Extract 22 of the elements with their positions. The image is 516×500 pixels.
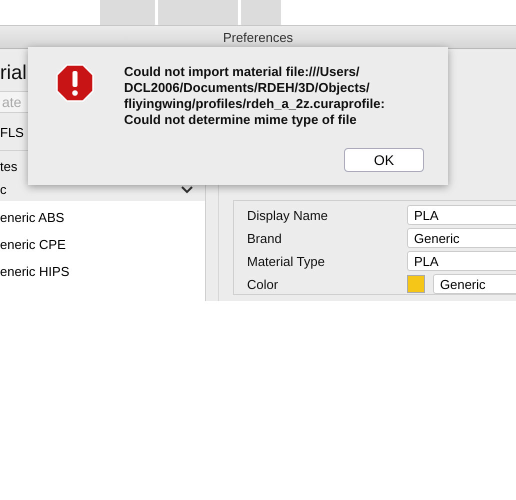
field-label: Brand [247, 230, 283, 246]
text-field[interactable]: PLA [407, 251, 516, 271]
field-label: Color [247, 276, 280, 292]
window-title: Preferences [0, 25, 516, 49]
warning-icon [56, 64, 94, 102]
color-field[interactable]: Generic [433, 274, 516, 294]
toolbar-item[interactable] [241, 0, 281, 25]
field-label: Material Type [247, 254, 326, 268]
text-field[interactable]: Generic [407, 228, 516, 248]
panel-heading: rial [0, 61, 27, 85]
toolbar-item[interactable] [100, 0, 155, 25]
material-item[interactable]: eneric HIPS [0, 259, 205, 286]
ok-button[interactable]: OK [344, 148, 424, 172]
group-label: tes [0, 158, 18, 176]
color-swatch[interactable] [407, 275, 425, 293]
material-item[interactable]: eneric ABS [0, 205, 205, 232]
field-label: Display Name [247, 208, 329, 222]
material-item[interactable]: eneric CPE [0, 232, 205, 259]
text-field[interactable]: PLA [407, 205, 516, 225]
chevron-icon [181, 186, 193, 194]
brand-header[interactable]: c [0, 178, 205, 201]
toolbar-item[interactable] [158, 0, 238, 25]
